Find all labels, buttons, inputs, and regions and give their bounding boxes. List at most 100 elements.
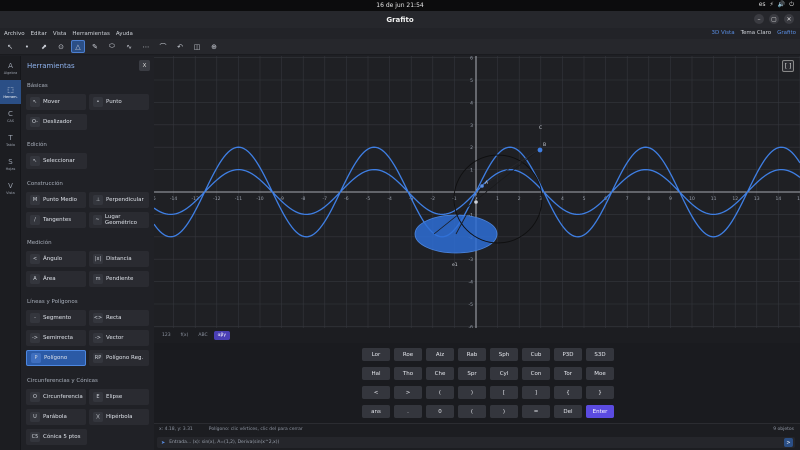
rail-item[interactable]: C CAS (0, 104, 21, 128)
move-tool-icon[interactable]: ↖ (3, 40, 17, 53)
keyboard-key[interactable]: [ (490, 386, 518, 399)
graph-canvas[interactable]: -15-14-13-12-11-10-9-8-7-6-5-4-3-2-10123… (154, 56, 800, 328)
minimize-button[interactable]: – (754, 14, 764, 24)
rail-item[interactable]: T Tabla (0, 128, 21, 152)
circle-tool-icon[interactable]: ⊙ (54, 40, 68, 53)
delete-key[interactable]: Del (554, 405, 582, 418)
tool-button[interactable]: -> Semirrecta (26, 330, 86, 346)
keyboard-key[interactable]: > (394, 386, 422, 399)
keyboard-key[interactable]: Cyl (490, 367, 518, 380)
keyboard-key[interactable]: = (522, 405, 550, 418)
keyboard-key[interactable]: Tor (554, 367, 582, 380)
app-brand-link[interactable]: Grafito (777, 30, 796, 36)
rail-item[interactable]: A Algebra (0, 56, 21, 80)
tray-item[interactable]: es (759, 1, 766, 9)
close-window-button[interactable]: ✕ (784, 14, 794, 24)
keyboard-key[interactable]: P3D (554, 348, 582, 361)
maximize-button[interactable]: ▢ (769, 14, 779, 24)
theme-toggle-link[interactable]: Tema Claro (741, 30, 772, 36)
keyboard-key[interactable]: < (362, 386, 390, 399)
point-tool-icon[interactable]: • (20, 40, 34, 53)
keyboard-tab[interactable]: ABC (194, 331, 211, 340)
close-panel-button[interactable]: X (139, 60, 150, 71)
tool-button[interactable]: m Pendiente (89, 271, 149, 287)
rail-item[interactable]: V Vista (0, 176, 21, 200)
tool-button[interactable]: E Elipse (89, 389, 149, 405)
keyboard-key[interactable]: . (394, 405, 422, 418)
keyboard-key[interactable]: ) (458, 386, 486, 399)
rail-glyph: T (8, 133, 13, 142)
keyboard-key[interactable]: { (554, 386, 582, 399)
tool-button[interactable]: )(Hipérbola (89, 409, 149, 425)
tool-button[interactable]: ⊥ Perpendicular (89, 192, 149, 208)
zoom-icon[interactable]: ⊕ (207, 40, 221, 53)
menu-editar[interactable]: Editar (31, 31, 47, 37)
tool-button[interactable]: / Tangentes (26, 212, 86, 228)
arc-tool-icon[interactable]: ⌒ (156, 40, 170, 53)
keyboard-key[interactable]: Spr (458, 367, 486, 380)
graphics-view[interactable]: -15-14-13-12-11-10-9-8-7-6-5-4-3-2-10123… (154, 56, 800, 328)
keyboard-key[interactable]: ( (426, 386, 454, 399)
tool-button[interactable]: RP Polígono Reg. (89, 350, 149, 366)
tool-button[interactable]: - Segmento (26, 310, 86, 326)
tray-item[interactable]: 🔊 (778, 1, 785, 9)
keyboard-key[interactable]: ans (362, 405, 390, 418)
tool-button[interactable]: ~ Lugar Geométrico (89, 212, 149, 228)
keyboard-tab[interactable]: 123 (158, 331, 175, 340)
keyboard-key[interactable]: S3D (586, 348, 614, 361)
keyboard-key[interactable]: Moe (586, 367, 614, 380)
menu-ayuda[interactable]: Ayuda (116, 31, 133, 37)
menu-vista[interactable]: Vista (53, 31, 67, 37)
input-bar[interactable]: ➤ Entrada... (x): sin(x), A=(1,2), Deriv… (157, 437, 795, 448)
pen-tool-icon[interactable]: ✎ (88, 40, 102, 53)
keyboard-key[interactable]: 0 (426, 405, 454, 418)
rail-item[interactable]: S Hojas (0, 152, 21, 176)
keyboard-key[interactable]: Con (522, 367, 550, 380)
keyboard-tab[interactable]: f(x) (177, 331, 193, 340)
tool-button[interactable]: -> Vector (89, 330, 149, 346)
enter-key[interactable]: Enter (586, 405, 614, 418)
keyboard-key[interactable]: Aiz (426, 348, 454, 361)
tool-button[interactable]: P Polígono (26, 350, 87, 366)
rail-item[interactable]: ⬚ Herram. (0, 80, 21, 104)
keyboard-key[interactable]: Lor (362, 348, 390, 361)
function-tool-icon[interactable]: ∿ (122, 40, 136, 53)
tool-button[interactable]: C5 Cónica 5 ptos (26, 429, 87, 445)
tool-button[interactable]: O- Deslizador (26, 114, 87, 130)
keyboard-key[interactable]: Cub (522, 348, 550, 361)
menu-archivo[interactable]: Archivo (4, 31, 25, 37)
keyboard-key[interactable]: } (586, 386, 614, 399)
keyboard-tab[interactable]: αβγ (213, 331, 231, 340)
menu-herramientas[interactable]: Herramientas (72, 31, 109, 37)
keyboard-key[interactable]: ( (458, 405, 486, 418)
keyboard-key[interactable]: Roe (394, 348, 422, 361)
polygon-tool-icon[interactable]: △ (71, 40, 85, 53)
ellipse-tool-icon[interactable]: ⬭ (105, 40, 119, 53)
tool-button[interactable]: M Punto Medio (26, 192, 86, 208)
keyboard-key[interactable]: Che (426, 367, 454, 380)
tool-button[interactable]: |x| Distancia (89, 251, 149, 267)
tray-item[interactable]: ⚡ (770, 1, 774, 9)
fullscreen-icon[interactable]: [ ] (782, 60, 794, 72)
keyboard-key[interactable]: Tho (394, 367, 422, 380)
dots-tool-icon[interactable]: ⋯ (139, 40, 153, 53)
keyboard-key[interactable]: Rab (458, 348, 486, 361)
tool-button[interactable]: ↖ Seleccionar (26, 153, 87, 169)
view-3d-link[interactable]: 3D Vista (712, 30, 735, 36)
tool-button[interactable]: O Circunferencia (26, 389, 86, 405)
keyboard-key[interactable]: Hal (362, 367, 390, 380)
keyboard-key[interactable]: Sph (490, 348, 518, 361)
tool-button[interactable]: ↖ Mover (26, 94, 86, 110)
tool-button[interactable]: • Punto (89, 94, 149, 110)
keyboard-key[interactable]: ) (490, 405, 518, 418)
line-tool-icon[interactable]: ⬈ (37, 40, 51, 53)
tool-button[interactable]: A Área (26, 271, 86, 287)
submit-input-button[interactable]: > (784, 438, 793, 447)
tool-button[interactable]: < Ángulo (26, 251, 86, 267)
undo-icon[interactable]: ↶ (173, 40, 187, 53)
tool-button[interactable]: <> Recta (89, 310, 149, 326)
tray-item[interactable]: ⏻ (789, 1, 794, 9)
keyboard-key[interactable]: ] (522, 386, 550, 399)
tool-button[interactable]: U Parábola (26, 409, 86, 425)
frame-icon[interactable]: ◫ (190, 40, 204, 53)
